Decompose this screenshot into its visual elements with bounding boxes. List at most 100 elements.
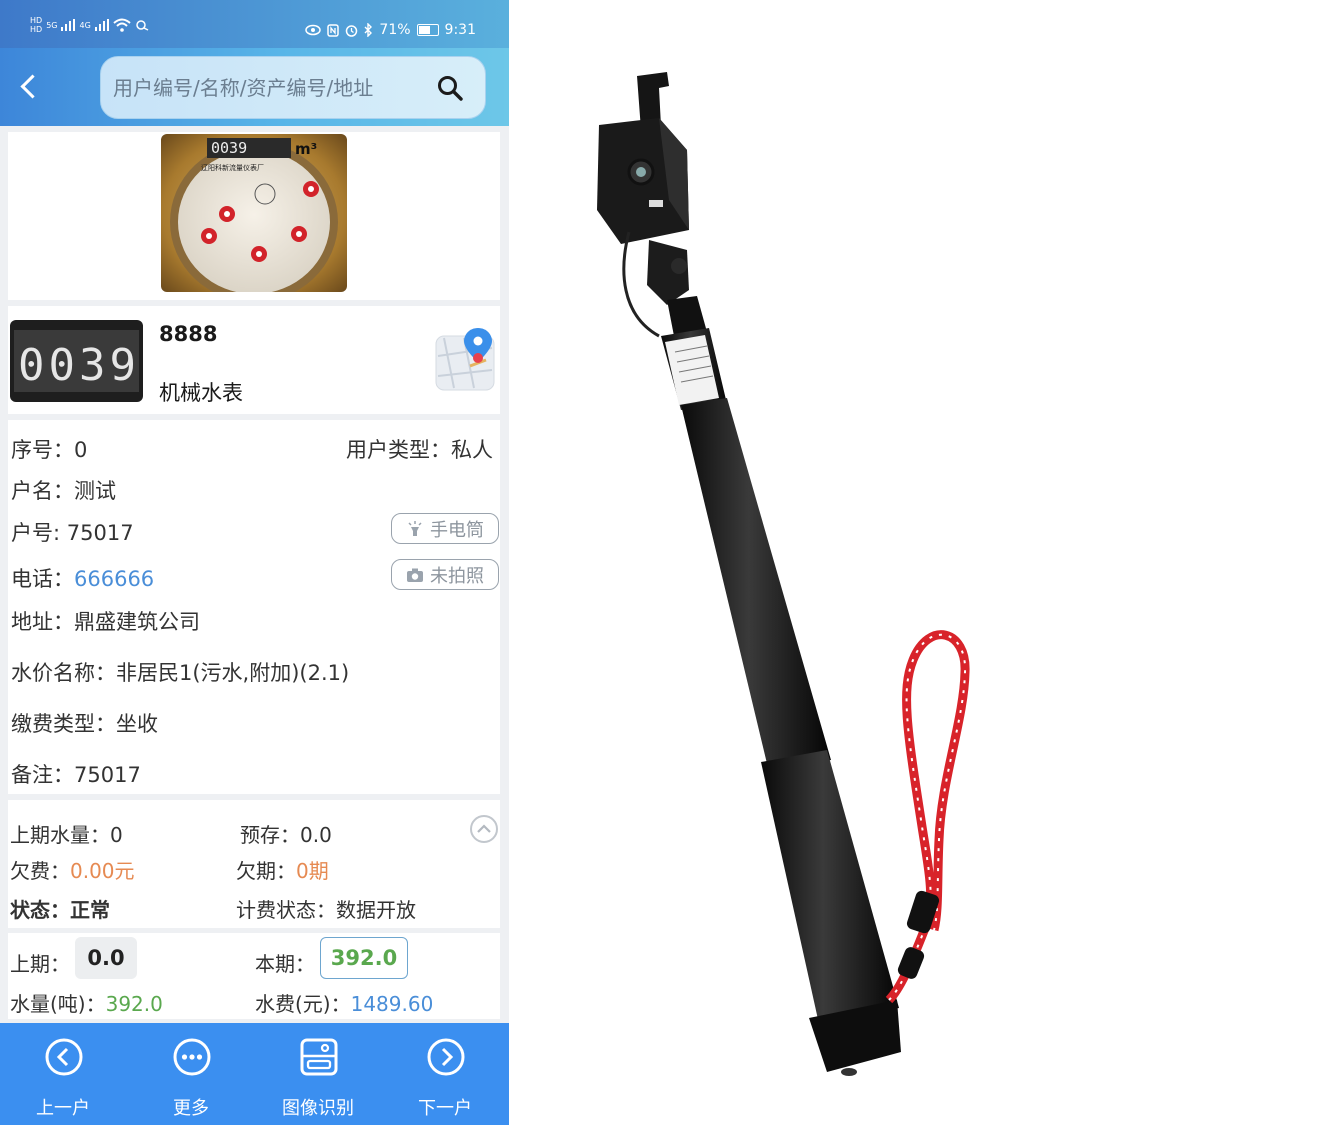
flashlight-label: 手电筒 [430,519,484,541]
digit-crop-image: 0039 [10,320,143,402]
signal-icon [61,19,76,31]
app-header [0,48,509,126]
note-row: 备注：75017 [11,759,141,789]
water-amount-row: 水量(吨)：392.0 [10,988,163,1017]
chevron-left-circle-icon [45,1038,83,1076]
chevron-right-circle-icon [427,1038,465,1076]
status-label: 状态： [10,898,70,922]
customer-info-card: 序号：0 用户类型：私人 户名：测试 户号: 75017 手电筒 电话：6666… [8,420,500,794]
photo-status-button[interactable]: 未拍照 [391,559,499,590]
billing-summary-card: 上期水量：0 预存：0.0 欠费：0.00元 欠期：0期 状态：正常 计费状态：… [8,800,500,928]
nfc-icon [327,23,340,37]
photo-status-label: 未拍照 [430,565,484,587]
account-value: 75017 [66,521,134,545]
price-row: 水价名称：非居民1(污水,附加)(2.1) [11,657,349,687]
alarm-icon [346,24,358,37]
prev-reading-value: 0.0 [75,937,137,979]
meter-digits: 0039 [211,139,247,157]
camera-icon [407,568,423,582]
collapse-chevron-up-icon[interactable] [469,814,499,844]
nav-prev-label: 上一户 [36,1098,90,1119]
prev-water-row: 上期水量：0 [10,819,123,848]
product-photo [509,0,1321,1125]
flashlight-icon [408,520,422,536]
user-type-row: 用户类型：私人 [346,434,493,464]
current-reading-input[interactable]: 392.0 [320,937,408,979]
bluetooth-icon [364,23,373,37]
phone-value[interactable]: 666666 [74,567,154,591]
clock: 9:31 [444,22,476,38]
address-label: 地址： [11,610,74,634]
nav-ocr-button[interactable]: 图像识别 [258,1023,378,1125]
arrears-value: 0.00元 [70,859,135,883]
nav-more-label: 更多 [173,1098,209,1119]
nav-prev-button[interactable]: 上一户 [3,1023,123,1125]
phone-screen: HD HD 5G 4G 71% 9:31 用户编号/名称/资产编号/地址 003… [0,0,509,1125]
eye-icon [305,24,322,36]
arrears-period-value: 0期 [296,859,329,883]
prev-reading-label: 上期： [10,952,70,976]
nav-next-label: 下一户 [418,1098,472,1119]
prepaid-label: 预存： [240,823,300,847]
user-type-label: 用户类型： [346,438,451,462]
hd-label-2: HD [30,25,43,34]
nav-next-button[interactable]: 下一户 [385,1023,505,1125]
address-row: 地址：鼎盛建筑公司 [11,606,200,636]
name-value: 测试 [74,479,116,503]
address-value: 鼎盛建筑公司 [74,610,200,634]
map-pin-icon [435,328,495,391]
search-input[interactable] [111,67,425,109]
flashlight-button[interactable]: 手电筒 [391,513,499,544]
seq-label: 序号： [11,438,74,462]
phone-label: 电话： [11,567,74,591]
map-location-button[interactable] [434,326,496,394]
bottom-nav: 上一户 更多 图像识别 下一户 [0,1023,509,1125]
arrears-period-label: 欠期： [236,859,296,883]
image-scan-icon [300,1038,338,1076]
current-reading-label: 本期： [255,952,315,976]
billing-status-label: 计费状态： [236,898,336,922]
meter-maker: 辽阳科新流量仪表厂 [201,163,264,172]
price-value: 非居民1(污水,附加)(2.1) [116,661,350,685]
price-label: 水价名称： [11,661,116,685]
pay-type-row: 缴费类型：坐收 [11,708,158,738]
arrears-label: 欠费： [10,859,70,883]
arrears-period-row: 欠期：0期 [236,855,329,884]
meter-unit: m³ [295,140,317,158]
signal-4g-label: 4G [79,20,91,30]
search-icon[interactable] [437,75,463,101]
seq-row: 序号：0 [11,434,87,464]
billing-status-row: 计费状态：数据开放 [236,894,416,923]
more-dots-icon [173,1038,211,1076]
reading-card: 0039 8888 机械水表 [8,306,500,414]
water-amount-value: 392.0 [105,992,163,1016]
reading-thumbnail[interactable]: 0039 [10,320,143,402]
status-value: 正常 [70,898,110,922]
water-meter-image: 0039 m³ 辽阳科新流量仪表厂 [161,134,347,292]
search-bar [100,56,486,119]
meter-type: 机械水表 [159,381,243,405]
battery-fill [418,26,430,34]
nav-more-button[interactable]: 更多 [131,1023,251,1125]
status-right: 71% 9:31 [305,22,476,38]
signal-icon [94,19,109,31]
meter-photo[interactable]: 0039 m³ 辽阳科新流量仪表厂 [161,134,347,292]
back-arrow-icon[interactable] [14,70,50,106]
user-type-value: 私人 [451,438,493,462]
signal-5g-label: 5G [46,20,58,30]
nav-ocr-label: 图像识别 [282,1098,354,1119]
arrears-row: 欠费：0.00元 [10,855,135,884]
status-row: 状态：正常 [10,894,110,923]
battery-percent: 71% [379,22,411,38]
prev-water-label: 上期水量： [10,823,110,847]
camera-pole-image [597,72,970,1076]
battery-icon [416,24,439,36]
wifi-icon [113,18,131,32]
cloud-icon [136,20,149,31]
water-fee-row: 水费(元)：1489.60 [255,988,433,1017]
note-value: 75017 [74,763,141,787]
hd-label-1: HD [30,16,43,25]
meter-photo-card: 0039 m³ 辽阳科新流量仪表厂 [8,132,500,300]
pay-type-label: 缴费类型： [11,712,116,736]
billing-status-value: 数据开放 [336,898,416,922]
